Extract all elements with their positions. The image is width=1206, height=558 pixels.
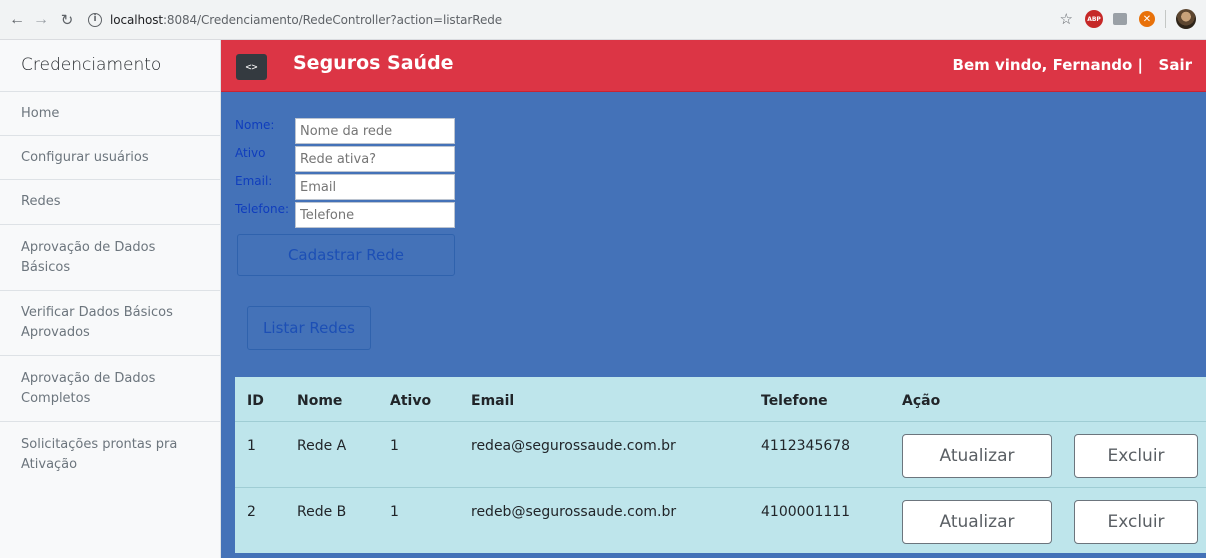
nome-input[interactable] <box>295 118 455 144</box>
sidebar-item-aprovacao-dados-basicos[interactable]: Aprovação de Dados Básicos <box>0 225 220 291</box>
ativo-label: Ativo <box>235 146 266 160</box>
cell-telefone: 4100001111 <box>761 504 851 520</box>
nome-row: Nome: <box>235 118 295 132</box>
sidebar-item-aprovacao-dados-completos[interactable]: Aprovação de Dados Completos <box>0 356 220 422</box>
table-row: 1 Rede A 1 redea@segurossaude.com.br 411… <box>235 422 1206 488</box>
cell-telefone: 4112345678 <box>761 438 851 454</box>
cell-id: 2 <box>247 504 256 520</box>
url-host: localhost <box>110 12 163 27</box>
sidebar-toggle-button[interactable]: <> <box>236 54 267 80</box>
ativo-input[interactable] <box>295 146 455 172</box>
atualizar-button[interactable]: Atualizar <box>902 500 1052 544</box>
address-bar[interactable]: localhost:8084/Credenciamento/RedeContro… <box>110 13 502 27</box>
cell-email: redea@segurossaude.com.br <box>471 438 676 454</box>
logout-link[interactable]: Sair <box>1159 56 1192 74</box>
extension-icon[interactable] <box>1113 13 1127 25</box>
listar-redes-button[interactable]: Listar Redes <box>247 306 371 350</box>
cell-nome: Rede B <box>297 504 347 520</box>
main-content: Nome: Ativo Email: Telefone: Cadastrar R… <box>221 92 1206 558</box>
redes-table: ID Nome Ativo Email Telefone Ação 1 Rede… <box>235 377 1206 553</box>
sidebar-item-redes[interactable]: Redes <box>0 180 220 225</box>
sidebar-item-label: Redes <box>21 194 61 209</box>
email-input[interactable] <box>295 174 455 200</box>
cell-id: 1 <box>247 438 256 454</box>
nome-label: Nome: <box>235 118 275 132</box>
top-navbar: <> Seguros Saúde Bem vindo, Fernando | S… <box>221 40 1206 92</box>
extension-close-icon[interactable]: ✕ <box>1139 11 1155 27</box>
table-row: 2 Rede B 1 redeb@segurossaude.com.br 410… <box>235 488 1206 554</box>
telefone-row: Telefone: <box>235 202 295 216</box>
sidebar-item-label: Verificar Dados Básicos Aprovados <box>21 305 173 340</box>
sidebar-item-label: Aprovação de Dados Básicos <box>21 239 156 275</box>
sidebar: Credenciamento Home Configurar usuários … <box>0 40 221 558</box>
sidebar-item-solicitacoes-ativacao[interactable]: Solicitações prontas pra Ativação <box>0 422 220 487</box>
sidebar-item-label: Aprovação de Dados Completos <box>21 370 156 406</box>
sidebar-item-label: Home <box>21 105 60 121</box>
email-row: Email: <box>235 174 295 188</box>
cell-nome: Rede A <box>297 438 347 454</box>
excluir-button[interactable]: Excluir <box>1074 434 1198 478</box>
profile-avatar-icon[interactable] <box>1176 9 1196 29</box>
header-email: Email <box>471 393 515 409</box>
sidebar-item-label: Solicitações prontas pra Ativação <box>21 436 178 472</box>
cell-email: redeb@segurossaude.com.br <box>471 504 677 520</box>
sidebar-item-verificar-dados-basicos[interactable]: Verificar Dados Básicos Aprovados <box>0 291 220 356</box>
telefone-input[interactable] <box>295 202 455 228</box>
brand-title: Seguros Saúde <box>293 52 454 74</box>
reload-icon[interactable]: ↻ <box>56 9 78 31</box>
excluir-button[interactable]: Excluir <box>1074 500 1198 544</box>
cadastrar-rede-button[interactable]: Cadastrar Rede <box>237 234 455 276</box>
forward-arrow-icon[interactable]: → <box>30 9 52 31</box>
table-header: ID Nome Ativo Email Telefone Ação <box>235 377 1206 422</box>
toolbar-divider <box>1165 10 1166 28</box>
bookmark-star-icon[interactable]: ☆ <box>1060 10 1073 28</box>
sidebar-heading: Credenciamento <box>0 40 220 92</box>
atualizar-button[interactable]: Atualizar <box>902 434 1052 478</box>
email-label: Email: <box>235 174 273 188</box>
browser-toolbar: ← → ↻ i localhost:8084/Credenciamento/Re… <box>0 0 1206 40</box>
header-ativo: Ativo <box>390 393 432 409</box>
header-telefone: Telefone <box>761 393 828 409</box>
cell-ativo: 1 <box>390 438 399 454</box>
extensions-area: ☆ ABP ✕ <box>1060 9 1196 29</box>
sidebar-item-configurar-usuarios[interactable]: Configurar usuários <box>0 136 220 180</box>
cell-ativo: 1 <box>390 504 399 520</box>
header-nome: Nome <box>297 393 343 409</box>
ativo-row: Ativo <box>235 146 295 160</box>
telefone-label: Telefone: <box>235 202 289 216</box>
welcome-text: Bem vindo, Fernando | <box>952 56 1143 74</box>
sidebar-item-home[interactable]: Home <box>0 92 220 136</box>
info-icon[interactable]: i <box>88 12 102 27</box>
adblock-icon[interactable]: ABP <box>1085 10 1103 28</box>
header-id: ID <box>247 393 264 409</box>
back-arrow-icon[interactable]: ← <box>6 9 28 31</box>
sidebar-item-label: Configurar usuários <box>21 149 149 165</box>
header-acao: Ação <box>902 393 941 409</box>
url-path: :8084/Credenciamento/RedeController?acti… <box>162 12 503 27</box>
